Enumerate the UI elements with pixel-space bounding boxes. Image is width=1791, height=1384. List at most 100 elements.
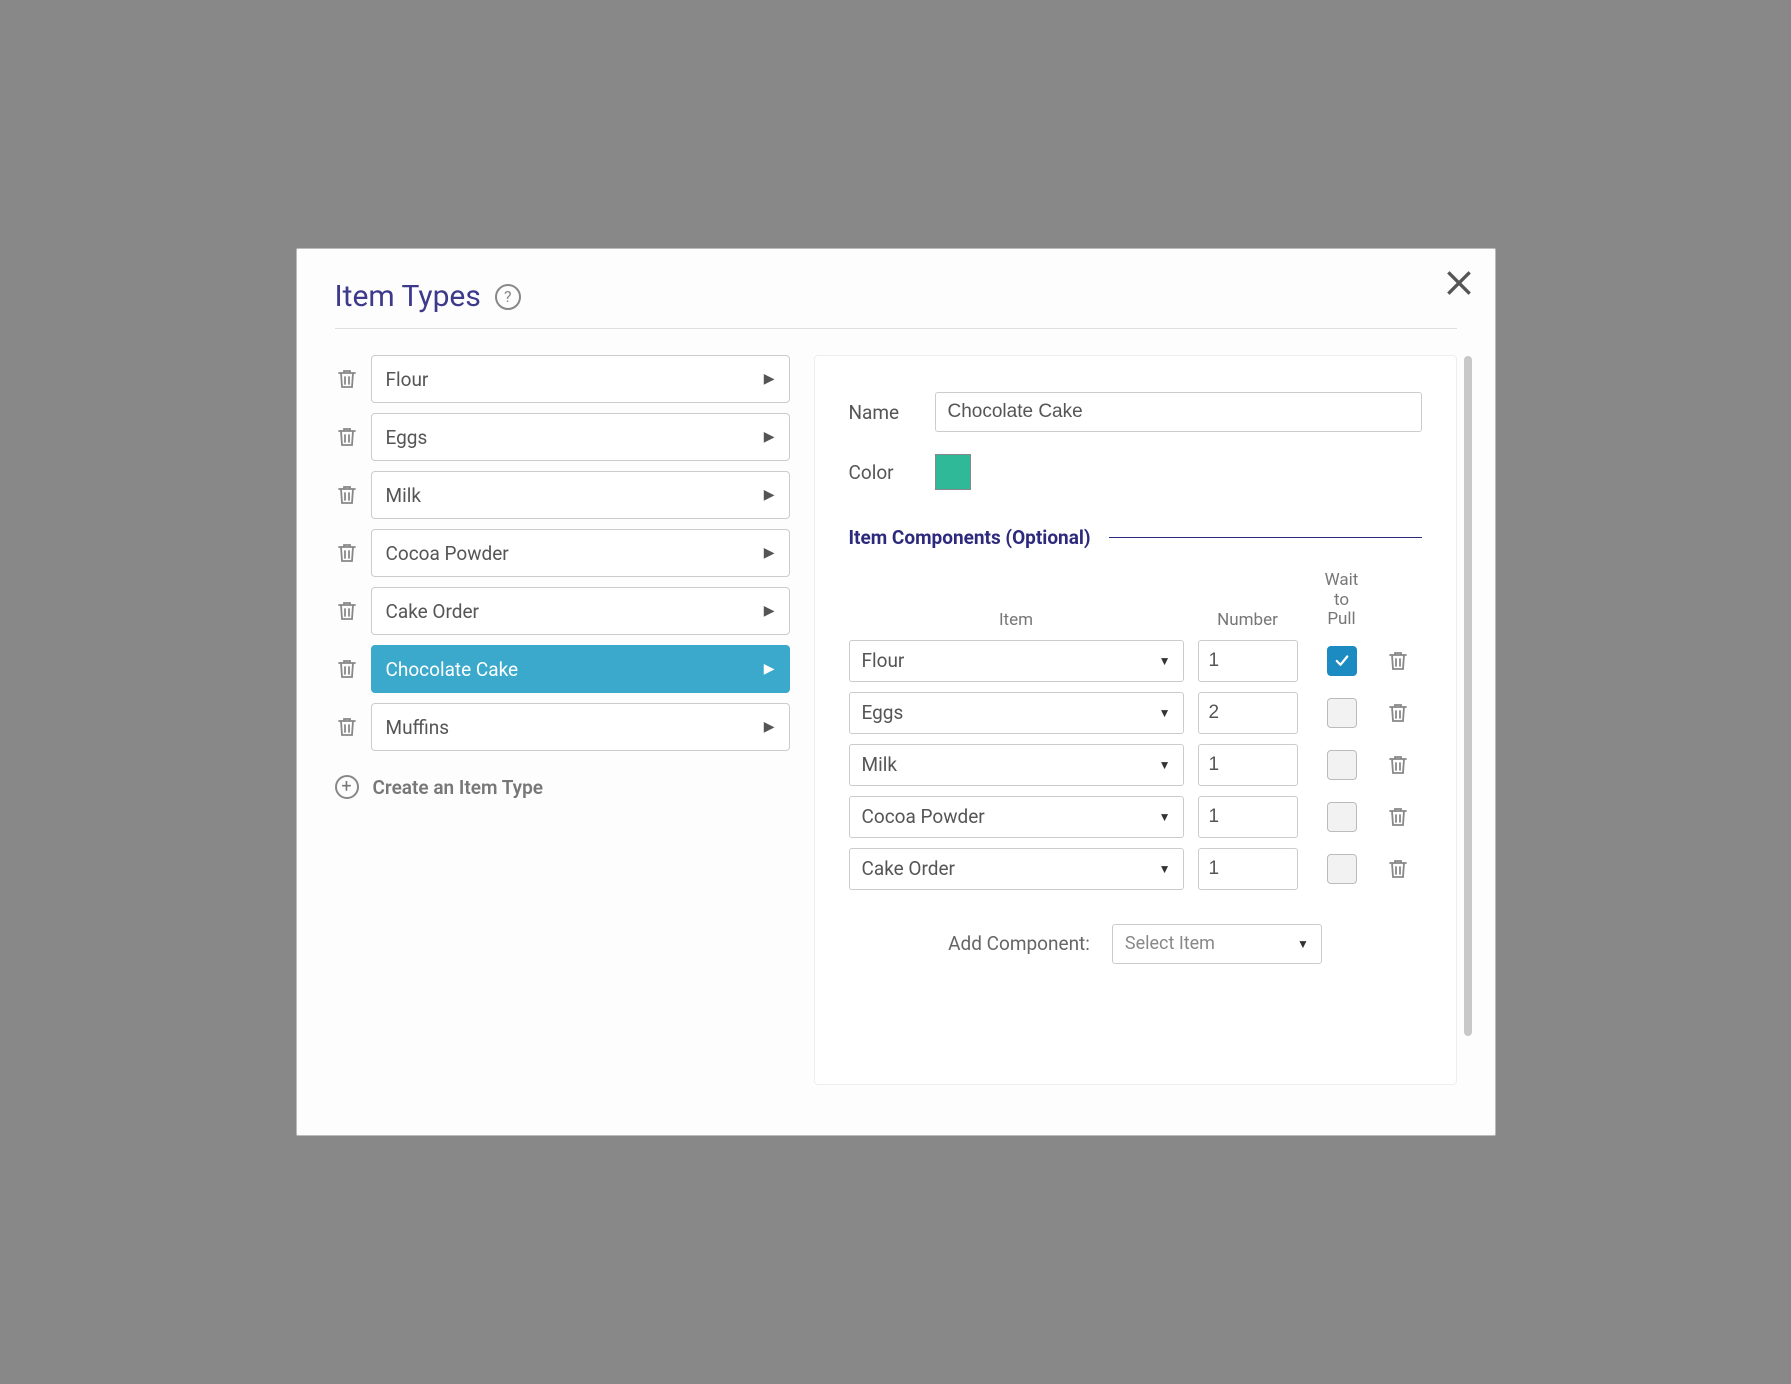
name-input[interactable] xyxy=(935,392,1422,432)
chevron-right-icon: ▶ xyxy=(764,545,775,561)
name-label: Name xyxy=(849,401,913,424)
component-row: Flour▼ xyxy=(849,640,1422,682)
item-types-modal: Item Types ? Flour▶Eggs▶Milk▶Cocoa Powde… xyxy=(296,248,1496,1136)
item-type-chip[interactable]: Muffins ▶ xyxy=(371,703,790,751)
component-item-select[interactable]: Cake Order▼ xyxy=(849,848,1184,890)
chevron-right-icon: ▶ xyxy=(764,429,775,445)
add-component-row: Add Component: Select Item ▼ xyxy=(849,924,1422,964)
item-type-chip[interactable]: Flour ▶ xyxy=(371,355,790,403)
modal-header: Item Types ? xyxy=(335,279,1457,329)
item-type-label: Cocoa Powder xyxy=(386,542,509,565)
component-item-value: Cocoa Powder xyxy=(862,805,985,828)
wait-to-pull-checkbox[interactable] xyxy=(1327,698,1357,728)
item-type-chip[interactable]: Chocolate Cake▶ xyxy=(371,645,790,693)
item-type-label: Muffins xyxy=(386,716,450,739)
trash-icon xyxy=(1386,857,1410,881)
delete-component-button[interactable] xyxy=(1386,805,1410,829)
component-item-select[interactable]: Eggs▼ xyxy=(849,692,1184,734)
trash-icon xyxy=(335,657,359,681)
item-type-chip[interactable]: Cake Order ▶ xyxy=(371,587,790,635)
component-number-input[interactable] xyxy=(1198,640,1298,682)
component-number-input[interactable] xyxy=(1198,796,1298,838)
component-number-input[interactable] xyxy=(1198,744,1298,786)
chevron-right-icon: ▶ xyxy=(764,603,775,619)
item-row: Milk ▶ xyxy=(335,471,790,519)
color-row: Color xyxy=(849,454,1422,490)
col-number-header: Number xyxy=(1198,610,1298,630)
delete-item-button[interactable] xyxy=(335,367,359,391)
close-icon xyxy=(1443,267,1475,299)
scrollbar[interactable] xyxy=(1464,356,1472,1036)
trash-icon xyxy=(1386,649,1410,673)
check-icon xyxy=(1333,652,1351,670)
modal-content: Flour▶Eggs▶Milk▶Cocoa Powder▶Cake Order▶… xyxy=(335,355,1457,1085)
plus-icon: + xyxy=(335,775,359,799)
delete-component-button[interactable] xyxy=(1386,857,1410,881)
chevron-down-icon: ▼ xyxy=(1159,706,1171,720)
add-component-placeholder: Select Item xyxy=(1125,933,1215,954)
add-component-label: Add Component: xyxy=(948,932,1090,955)
item-type-chip[interactable]: Eggs▶ xyxy=(371,413,790,461)
item-row: Cocoa Powder ▶ xyxy=(335,529,790,577)
delete-item-button[interactable] xyxy=(335,425,359,449)
color-swatch[interactable] xyxy=(935,454,971,490)
trash-icon xyxy=(1386,805,1410,829)
item-type-chip[interactable]: Milk ▶ xyxy=(371,471,790,519)
trash-icon xyxy=(335,367,359,391)
trash-icon xyxy=(1386,753,1410,777)
component-item-value: Flour xyxy=(862,649,905,672)
close-button[interactable] xyxy=(1443,267,1475,299)
create-item-type-label: Create an Item Type xyxy=(373,776,544,799)
item-row: Cake Order ▶ xyxy=(335,587,790,635)
component-item-select[interactable]: Milk ▼ xyxy=(849,744,1184,786)
delete-item-button[interactable] xyxy=(335,541,359,565)
component-item-value: Milk xyxy=(862,753,897,776)
chevron-down-icon: ▼ xyxy=(1159,810,1171,824)
component-item-select[interactable]: Flour▼ xyxy=(849,640,1184,682)
component-item-value: Cake Order xyxy=(862,857,956,880)
wait-to-pull-checkbox[interactable] xyxy=(1327,854,1357,884)
add-component-select[interactable]: Select Item ▼ xyxy=(1112,924,1322,964)
chevron-down-icon: ▼ xyxy=(1159,758,1171,772)
delete-item-button[interactable] xyxy=(335,715,359,739)
component-number-input[interactable] xyxy=(1198,848,1298,890)
trash-icon xyxy=(335,483,359,507)
wait-to-pull-checkbox[interactable] xyxy=(1327,750,1357,780)
components-header: Item Components (Optional) xyxy=(849,526,1422,549)
delete-item-button[interactable] xyxy=(335,483,359,507)
create-item-type-button[interactable]: + Create an Item Type xyxy=(335,775,790,799)
item-type-chip[interactable]: Cocoa Powder ▶ xyxy=(371,529,790,577)
item-type-label: Cake Order xyxy=(386,600,480,623)
component-row: Milk ▼ xyxy=(849,744,1422,786)
help-button[interactable]: ? xyxy=(495,284,521,310)
item-list: Flour▶Eggs▶Milk▶Cocoa Powder▶Cake Order▶… xyxy=(335,355,790,799)
wait-to-pull-checkbox[interactable] xyxy=(1327,646,1357,676)
delete-component-button[interactable] xyxy=(1386,649,1410,673)
item-row: Flour ▶ xyxy=(335,355,790,403)
delete-item-button[interactable] xyxy=(335,657,359,681)
chevron-right-icon: ▶ xyxy=(764,661,775,677)
item-type-label: Milk xyxy=(386,484,421,507)
delete-component-button[interactable] xyxy=(1386,753,1410,777)
item-type-label: Flour xyxy=(386,368,429,391)
component-row: Eggs▼ xyxy=(849,692,1422,734)
chevron-right-icon: ▶ xyxy=(764,719,775,735)
detail-panel: Name Color Item Components (Optional) It… xyxy=(814,355,1457,1085)
item-row: Chocolate Cake▶ xyxy=(335,645,790,693)
col-wait-header: WaittoPull xyxy=(1312,571,1372,630)
chevron-right-icon: ▶ xyxy=(764,487,775,503)
component-item-select[interactable]: Cocoa Powder ▼ xyxy=(849,796,1184,838)
col-item-header: Item xyxy=(849,610,1184,630)
section-divider xyxy=(1109,537,1422,538)
components-table-head: Item Number WaittoPull xyxy=(849,571,1422,630)
component-number-input[interactable] xyxy=(1198,692,1298,734)
wait-to-pull-checkbox[interactable] xyxy=(1327,802,1357,832)
delete-item-button[interactable] xyxy=(335,599,359,623)
chevron-right-icon: ▶ xyxy=(764,371,775,387)
component-row: Cocoa Powder ▼ xyxy=(849,796,1422,838)
delete-component-button[interactable] xyxy=(1386,701,1410,725)
modal-title: Item Types xyxy=(335,279,481,314)
components-title: Item Components (Optional) xyxy=(849,526,1091,549)
trash-icon xyxy=(335,541,359,565)
trash-icon xyxy=(335,599,359,623)
